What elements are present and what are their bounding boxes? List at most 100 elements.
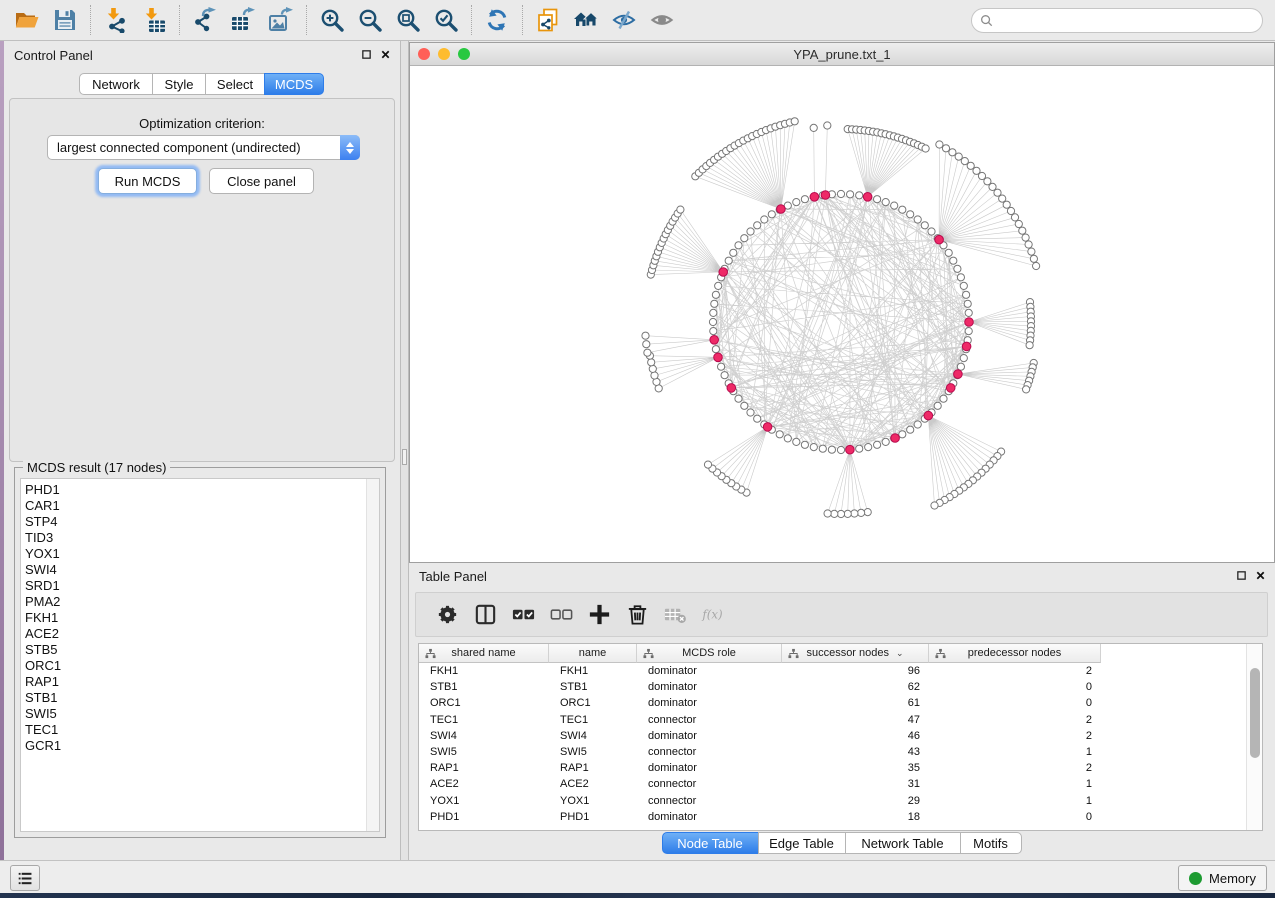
tab-node-table[interactable]: Node Table — [662, 832, 759, 854]
network-window-titlebar[interactable]: YPA_prune.txt_1 — [410, 43, 1274, 66]
mcds-result-node[interactable]: ORC1 — [25, 658, 61, 674]
run-mcds-button[interactable]: Run MCDS — [98, 168, 197, 194]
mcds-result-node[interactable]: PHD1 — [25, 482, 61, 498]
columns-icon[interactable] — [466, 596, 504, 634]
network-graph[interactable] — [410, 66, 1274, 562]
table-row[interactable]: YOX1YOX1connector291 — [419, 793, 1246, 809]
gear-icon[interactable] — [428, 596, 466, 634]
float-table-panel-icon[interactable] — [1234, 568, 1248, 582]
criterion-select[interactable]: largest connected component (undirected) — [47, 135, 360, 160]
table-row[interactable]: PHD1PHD1dominator180 — [419, 809, 1246, 825]
tab-style[interactable]: Style — [152, 73, 206, 95]
vertical-splitter[interactable] — [400, 41, 409, 860]
control-panel-tabs: NetworkStyleSelectMCDS — [4, 73, 400, 95]
select-all-icon[interactable] — [504, 596, 542, 634]
tab-network[interactable]: Network — [79, 73, 153, 95]
close-panel-button[interactable]: Close panel — [209, 168, 314, 194]
select-stepper-icon — [340, 135, 360, 160]
delete-table-icon — [656, 596, 694, 634]
network-canvas[interactable] — [410, 66, 1274, 562]
mcds-result-node[interactable]: ACE2 — [25, 626, 61, 642]
refresh-icon[interactable] — [478, 2, 516, 38]
import-network-icon[interactable] — [97, 2, 135, 38]
tab-network-table[interactable]: Network Table — [845, 832, 961, 854]
table-row[interactable]: SWI5SWI5connector431 — [419, 744, 1246, 760]
export-network-icon[interactable] — [186, 2, 224, 38]
mcds-result-node[interactable]: SWI4 — [25, 562, 61, 578]
table-row[interactable]: ORC1ORC1dominator610 — [419, 695, 1246, 711]
task-history-button[interactable] — [10, 865, 40, 891]
close-panel-icon[interactable] — [378, 47, 392, 61]
mcds-result-node[interactable]: TID3 — [25, 530, 61, 546]
table-row[interactable]: FKH1FKH1dominator962 — [419, 663, 1246, 679]
table-cell: ACE2 — [549, 778, 637, 790]
open-file-icon[interactable] — [8, 2, 46, 38]
memory-button[interactable]: Memory — [1178, 865, 1267, 891]
control-panel-title: Control Panel — [14, 48, 93, 63]
zoom-fit-icon[interactable] — [389, 2, 427, 38]
export-table-icon[interactable] — [224, 2, 262, 38]
search-box — [971, 8, 1263, 33]
column-label: shared name — [451, 647, 515, 659]
column-label: predecessor nodes — [968, 647, 1062, 659]
mcds-result-node[interactable]: STP4 — [25, 514, 61, 530]
svg-text:f(x): f(x) — [701, 608, 723, 622]
column-header-name[interactable]: name — [549, 644, 637, 663]
table-scrollbar-thumb[interactable] — [1250, 668, 1260, 758]
tab-motifs[interactable]: Motifs — [960, 832, 1022, 854]
table-toolbar: f(x) — [415, 592, 1268, 637]
mcds-result-node[interactable]: SRD1 — [25, 578, 61, 594]
table-cell: YOX1 — [419, 795, 549, 807]
mcds-result-node[interactable]: YOX1 — [25, 546, 61, 562]
table-scrollbar[interactable] — [1246, 644, 1262, 830]
delete-column-icon[interactable] — [618, 596, 656, 634]
mcds-result-node[interactable]: STB5 — [25, 642, 61, 658]
column-header-successor-nodes[interactable]: successor nodes⌄ — [782, 644, 929, 663]
table-cell: PHD1 — [419, 811, 549, 823]
column-header-predecessor-nodes[interactable]: predecessor nodes — [929, 644, 1101, 663]
zoom-in-icon[interactable] — [313, 2, 351, 38]
zoom-selected-icon[interactable] — [427, 2, 465, 38]
table-cell: 2 — [929, 730, 1101, 742]
zoom-out-icon[interactable] — [351, 2, 389, 38]
table-row[interactable]: STB1STB1dominator620 — [419, 679, 1246, 695]
mcds-result-node[interactable]: CAR1 — [25, 498, 61, 514]
table-cell: 0 — [929, 697, 1101, 709]
table-row[interactable]: SWI4SWI4dominator462 — [419, 728, 1246, 744]
close-table-panel-icon[interactable] — [1253, 568, 1267, 582]
save-session-icon[interactable] — [46, 2, 84, 38]
column-header-shared-name[interactable]: shared name — [419, 644, 549, 663]
export-image-icon[interactable] — [262, 2, 300, 38]
result-list-scrollbar[interactable] — [366, 479, 379, 831]
mcds-result-node[interactable]: TEC1 — [25, 722, 61, 738]
node-table-body: FKH1FKH1dominator962STB1STB1dominator620… — [419, 663, 1246, 825]
table-row[interactable]: RAP1RAP1dominator352 — [419, 760, 1246, 776]
table-row[interactable]: TEC1TEC1connector472 — [419, 712, 1246, 728]
tab-select[interactable]: Select — [205, 73, 265, 95]
mcds-result-group: MCDS result (17 nodes) PHD1CAR1STP4TID3Y… — [14, 467, 386, 838]
mcds-result-node[interactable]: SWI5 — [25, 706, 61, 722]
deselect-all-icon[interactable] — [542, 596, 580, 634]
tab-edge-table[interactable]: Edge Table — [758, 832, 846, 854]
table-row[interactable]: ACE2ACE2connector311 — [419, 776, 1246, 792]
mcds-result-node[interactable]: RAP1 — [25, 674, 61, 690]
float-panel-icon[interactable] — [359, 47, 373, 61]
mcds-result-node[interactable]: GCR1 — [25, 738, 61, 754]
clone-network-icon[interactable] — [529, 2, 567, 38]
mcds-result-node[interactable]: PMA2 — [25, 594, 61, 610]
table-cell: 31 — [782, 778, 929, 790]
hide-panel-icon[interactable] — [605, 2, 643, 38]
column-header-MCDS-role[interactable]: MCDS role — [637, 644, 782, 663]
mcds-result-node[interactable]: STB1 — [25, 690, 61, 706]
search-input[interactable] — [993, 11, 1262, 31]
go-home-icon[interactable] — [567, 2, 605, 38]
mcds-result-node[interactable]: FKH1 — [25, 610, 61, 626]
vertical-splitter-grip[interactable] — [402, 449, 407, 465]
toolbar-separator — [90, 5, 91, 35]
tab-mcds[interactable]: MCDS — [264, 73, 324, 95]
import-table-icon[interactable] — [135, 2, 173, 38]
table-panel-tabs: Node TableEdge TableNetwork TableMotifs — [409, 832, 1275, 855]
add-column-icon[interactable] — [580, 596, 618, 634]
column-type-icon — [788, 648, 799, 662]
show-panel-icon[interactable] — [643, 2, 681, 38]
